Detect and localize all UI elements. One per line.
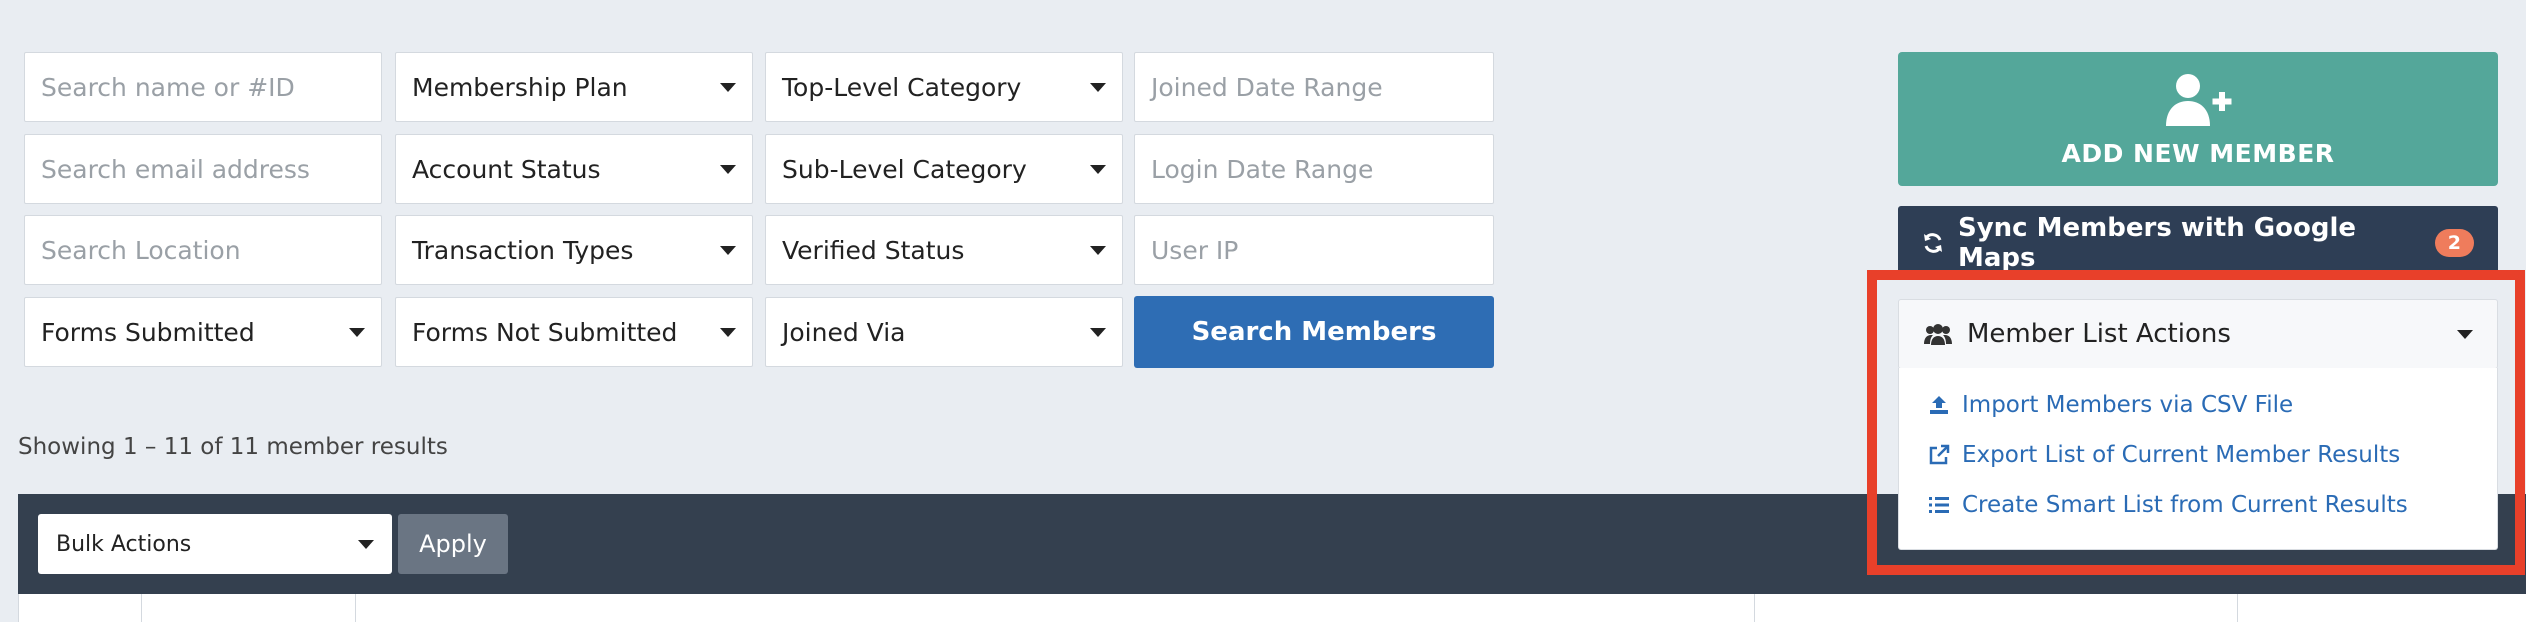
membership-plan-label: Membership Plan [412, 72, 628, 102]
user-ip-input[interactable]: User IP [1134, 215, 1494, 285]
caret-down-icon [349, 327, 365, 337]
user-plus-icon [2161, 71, 2235, 131]
column-divider [355, 594, 356, 622]
top-level-category-select[interactable]: Top-Level Category [765, 52, 1123, 122]
caret-down-icon [720, 245, 736, 255]
sync-google-maps-button[interactable]: Sync Members with Google Maps 2 [1898, 206, 2498, 280]
caret-down-icon [720, 327, 736, 337]
joined-date-range-placeholder: Joined Date Range [1151, 72, 1383, 102]
sub-level-category-label: Sub-Level Category [782, 154, 1027, 184]
verified-status-label: Verified Status [782, 235, 965, 265]
highlight-box [1867, 270, 2525, 575]
column-divider [141, 594, 142, 622]
caret-down-icon [1090, 164, 1106, 174]
results-summary: Showing 1 – 11 of 11 member results [18, 434, 448, 460]
search-location-input[interactable]: Search Location [24, 215, 382, 285]
search-name-placeholder: Search name or #ID [41, 72, 295, 102]
account-status-label: Account Status [412, 154, 601, 184]
caret-down-icon [1090, 245, 1106, 255]
login-date-range-input[interactable]: Login Date Range [1134, 134, 1494, 204]
joined-date-range-input[interactable]: Joined Date Range [1134, 52, 1494, 122]
caret-down-icon [720, 164, 736, 174]
search-email-placeholder: Search email address [41, 154, 310, 184]
membership-plan-select[interactable]: Membership Plan [395, 52, 753, 122]
forms-submitted-select[interactable]: Forms Submitted [24, 297, 382, 367]
search-location-placeholder: Search Location [41, 235, 241, 265]
search-email-input[interactable]: Search email address [24, 134, 382, 204]
forms-not-submitted-select[interactable]: Forms Not Submitted [395, 297, 753, 367]
login-date-range-placeholder: Login Date Range [1151, 154, 1374, 184]
member-table-header [18, 594, 2526, 622]
add-new-member-label: ADD NEW MEMBER [2061, 138, 2335, 168]
sub-level-category-select[interactable]: Sub-Level Category [765, 134, 1123, 204]
sync-count-badge: 2 [2434, 229, 2474, 257]
column-divider [1754, 594, 1755, 622]
joined-via-select[interactable]: Joined Via [765, 297, 1123, 367]
sync-label: Sync Members with Google Maps [1958, 213, 2356, 273]
joined-via-label: Joined Via [782, 317, 906, 347]
account-status-select[interactable]: Account Status [395, 134, 753, 204]
caret-down-icon [1090, 82, 1106, 92]
caret-down-icon [1090, 327, 1106, 337]
caret-down-icon [720, 82, 736, 92]
search-members-button[interactable]: Search Members [1134, 296, 1494, 368]
search-name-input[interactable]: Search name or #ID [24, 52, 382, 122]
bulk-actions-label: Bulk Actions [56, 531, 192, 557]
add-new-member-button[interactable]: ADD NEW MEMBER [1898, 52, 2498, 186]
apply-button[interactable]: Apply [398, 514, 508, 574]
refresh-icon [1922, 232, 1944, 254]
user-ip-placeholder: User IP [1151, 235, 1239, 265]
bulk-actions-select[interactable]: Bulk Actions [38, 514, 392, 574]
transaction-types-select[interactable]: Transaction Types [395, 215, 753, 285]
top-level-category-label: Top-Level Category [782, 72, 1022, 102]
forms-submitted-label: Forms Submitted [41, 317, 255, 347]
column-divider [2237, 594, 2238, 622]
forms-not-submitted-label: Forms Not Submitted [412, 317, 678, 347]
transaction-types-label: Transaction Types [412, 235, 634, 265]
verified-status-select[interactable]: Verified Status [765, 215, 1123, 285]
caret-down-icon [358, 539, 374, 549]
